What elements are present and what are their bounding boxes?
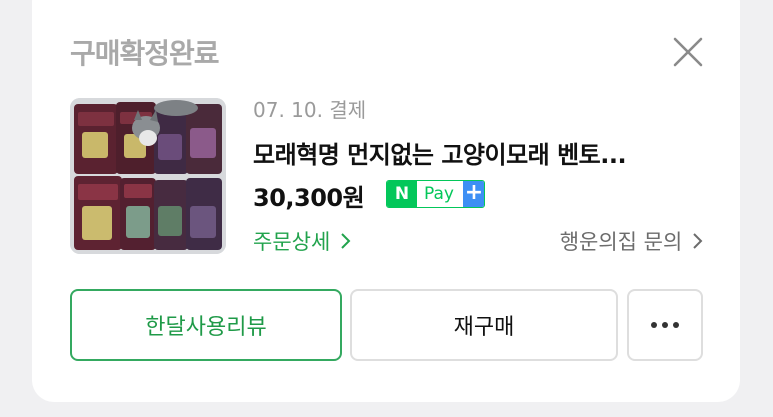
monthly-review-label: 한달사용리뷰 <box>145 315 267 340</box>
chevron-right-icon <box>693 233 703 249</box>
product-price: 30,300원 <box>253 184 365 212</box>
product-title[interactable]: 모래혁명 먼지없는 고양이모래 벤토... <box>253 135 689 170</box>
payment-date: 07. 10. 결제 <box>253 98 367 122</box>
more-options-button[interactable] <box>627 289 703 361</box>
close-icon[interactable] <box>672 36 704 68</box>
rebuy-label: 재구매 <box>453 315 515 340</box>
seller-inquiry-label: 행운의집 문의 <box>559 230 683 254</box>
naver-n-icon: N <box>387 181 417 207</box>
chevron-right-icon <box>341 233 351 249</box>
seller-inquiry-link[interactable]: 행운의집 문의 <box>560 226 703 256</box>
rebuy-button[interactable]: 재구매 <box>350 289 618 361</box>
order-card: 구매확정완료 07. 10. 결제 모래혁명 먼지없는 고양이모래 벤토... … <box>32 0 740 402</box>
monthly-review-button[interactable]: 한달사용리뷰 <box>70 289 342 361</box>
product-thumbnail[interactable] <box>70 98 226 254</box>
order-detail-link[interactable]: 주문상세 <box>253 226 351 256</box>
plus-icon: + <box>462 181 484 207</box>
npay-plus-badge: N Pay + <box>386 180 485 208</box>
order-detail-label: 주문상세 <box>253 230 331 254</box>
npay-label: Pay <box>417 181 463 207</box>
more-horizontal-icon <box>651 322 679 328</box>
order-status: 구매확정완료 <box>70 37 220 70</box>
